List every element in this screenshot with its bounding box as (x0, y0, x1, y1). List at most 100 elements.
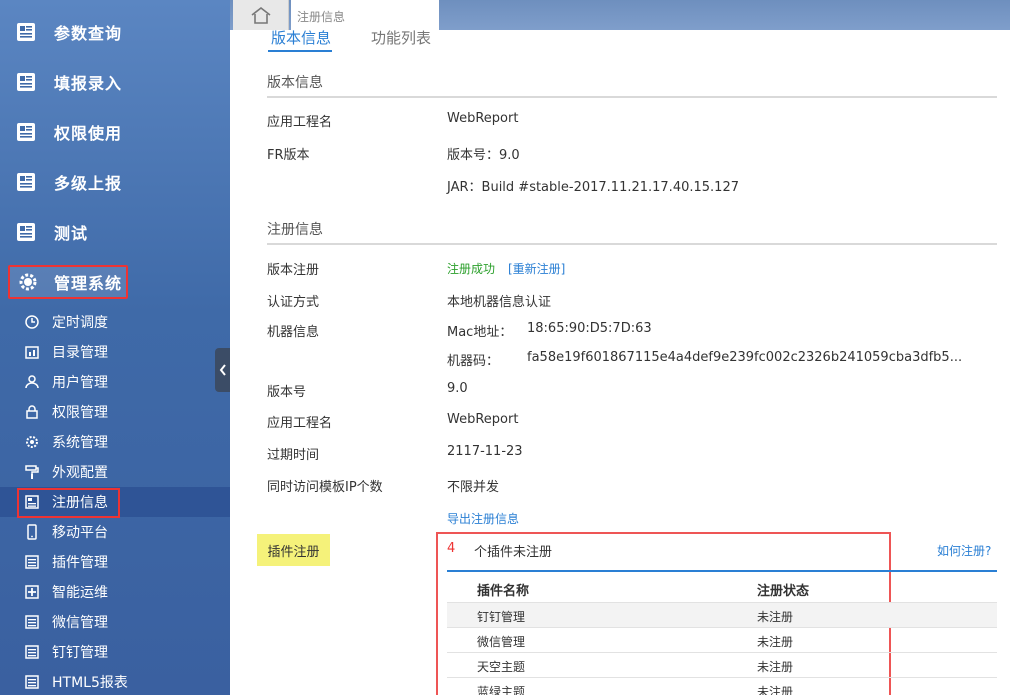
machine-code-label: 机器码： (447, 354, 500, 369)
sidebar-subitem-appearance[interactable]: 外观配置 (0, 457, 230, 487)
register-icon (25, 495, 39, 509)
plugin-name-cell: 钉钉管理 (477, 610, 526, 624)
paint-roller-icon (25, 465, 39, 479)
machine-code-value: fa58e19f601867115e4a4def9e239fc002c2326b… (527, 350, 963, 365)
sidebar-subitem-user[interactable]: 用户管理 (0, 367, 230, 397)
sidebar-subitem-html5[interactable]: HTML5报表 (0, 667, 230, 695)
tab-bar: 注册信息 (230, 0, 1010, 30)
sidebar-subitem-label: 系统管理 (52, 435, 108, 451)
expire-time-label: 过期时间 (267, 448, 320, 463)
version-number-value: 9.0 (447, 381, 468, 396)
sidebar-subitem-label: 用户管理 (52, 375, 108, 391)
table-row: 蓝绿主题 未注册 (447, 677, 997, 695)
plugin-unregistered-count: 4 (447, 541, 456, 556)
plugin-status-cell: 未注册 (757, 685, 794, 695)
plugin-table-rule (447, 570, 997, 572)
sidebar-subitem-directory[interactable]: 目录管理 (0, 337, 230, 367)
auth-method-label: 认证方式 (267, 295, 320, 310)
sidebar-subitem-smart-ops[interactable]: 智能运维 (0, 577, 230, 607)
tab-register-info[interactable]: 注册信息 (291, 0, 439, 30)
sidebar-item-multi-report[interactable]: 多级上报 (0, 160, 230, 204)
fr-version-label: FR版本 (267, 148, 310, 163)
register-status: 注册成功 (447, 262, 496, 276)
subtab-feature-list[interactable]: 功能列表 (371, 27, 431, 48)
sidebar-item-management-system[interactable]: 管理系统 (8, 265, 128, 299)
fr-version-value: 版本号：9.0 (447, 148, 520, 163)
sidebar-subitem-label: 智能运维 (52, 585, 108, 601)
tab-home[interactable] (233, 0, 289, 30)
sidebar-collapse-handle[interactable] (215, 348, 231, 392)
sidebar-subitem-label: 目录管理 (52, 345, 108, 361)
list-icon (25, 675, 39, 689)
app-name-label: 应用工程名 (267, 115, 333, 130)
table-header-plugin-name: 插件名称 (477, 584, 530, 599)
sidebar-subitem-label: 微信管理 (52, 615, 108, 631)
app-name-label: 应用工程名 (267, 416, 333, 431)
concurrency-value: 不限并发 (447, 480, 500, 495)
user-icon (25, 375, 39, 389)
document-icon (17, 223, 35, 241)
plugin-name-cell: 微信管理 (477, 635, 526, 649)
sidebar-subitem-label: HTML5报表 (52, 675, 128, 691)
how-to-register-link[interactable]: 如何注册? (937, 542, 991, 559)
plugin-name-cell: 蓝绿主题 (477, 685, 526, 695)
app-name-value: WebReport (447, 412, 519, 427)
sidebar-subitem-label: 移动平台 (52, 525, 108, 541)
sidebar-item-permission-use[interactable]: 权限使用 (0, 110, 230, 154)
version-register-label: 版本注册 (267, 263, 320, 278)
directory-icon (25, 346, 39, 359)
sidebar-subitem-label: 注册信息 (52, 495, 108, 511)
sidebar-item-test[interactable]: 测试 (0, 210, 230, 254)
gear-icon (19, 273, 37, 291)
sidebar-subitem-register-info[interactable]: 注册信息 (0, 487, 230, 518)
sidebar-subitem-permission[interactable]: 权限管理 (0, 397, 230, 427)
sidebar-subitem-dingtalk[interactable]: 钉钉管理 (0, 637, 230, 667)
document-icon (17, 173, 35, 191)
sidebar-item-label: 参数查询 (54, 24, 123, 43)
sidebar-item-label: 权限使用 (54, 124, 123, 143)
version-number-label: 版本号 (267, 385, 307, 400)
plugin-name-cell: 天空主题 (477, 660, 526, 674)
sidebar-subitem-label: 钉钉管理 (52, 645, 108, 661)
document-icon (17, 123, 35, 141)
sidebar-subitem-schedule[interactable]: 定时调度 (0, 307, 230, 337)
subtab-active-underline (268, 50, 332, 52)
sidebar: 参数查询 填报录入 权限使用 多级上报 测试 管理系统 定时调度 目录管理 用户… (0, 0, 230, 695)
sidebar-subitem-label: 权限管理 (52, 405, 108, 421)
plugin-status-cell: 未注册 (757, 610, 794, 624)
plugin-unregistered-text: 个插件未注册 (474, 545, 553, 560)
main-content: 版本信息 功能列表 版本信息 应用工程名 WebReport FR版本 版本号：… (230, 27, 1010, 695)
plugin-status-cell: 未注册 (757, 660, 794, 674)
lock-icon (26, 405, 38, 419)
section-divider (267, 243, 997, 245)
list-icon (25, 645, 39, 659)
sidebar-subitem-label: 定时调度 (52, 315, 108, 331)
sidebar-subitem-system[interactable]: 系统管理 (0, 427, 230, 457)
section-title-version: 版本信息 (267, 75, 323, 91)
table-row: 微信管理 未注册 (447, 627, 997, 652)
document-icon (17, 23, 35, 41)
sidebar-item-label: 多级上报 (54, 174, 123, 193)
clock-icon (25, 315, 39, 329)
gear-icon (26, 436, 38, 448)
subtab-version-info[interactable]: 版本信息 (271, 27, 331, 48)
mac-address-value: 18:65:90:D5:7D:63 (527, 321, 652, 336)
machine-info-label: 机器信息 (267, 325, 320, 340)
mac-address-label: Mac地址： (447, 325, 513, 340)
expire-time-value: 2117-11-23 (447, 444, 523, 459)
reregister-link[interactable]: [重新注册] (508, 260, 565, 277)
sidebar-subitem-label: 外观配置 (52, 465, 108, 481)
sidebar-item-fill-entry[interactable]: 填报录入 (0, 60, 230, 104)
export-register-link[interactable]: 导出注册信息 (447, 510, 519, 527)
list-icon (25, 615, 39, 629)
list-icon (25, 555, 39, 569)
home-icon (251, 6, 270, 24)
plugin-status-cell: 未注册 (757, 635, 794, 649)
plugin-register-label: 插件注册 (257, 534, 330, 566)
sidebar-subitem-wechat[interactable]: 微信管理 (0, 607, 230, 637)
sidebar-subitem-plugin[interactable]: 插件管理 (0, 547, 230, 577)
sidebar-subitem-mobile[interactable]: 移动平台 (0, 517, 230, 547)
table-header-register-status: 注册状态 (757, 584, 810, 599)
sidebar-item-param-query[interactable]: 参数查询 (0, 10, 230, 54)
jar-version-value: JAR：Build #stable-2017.11.21.17.40.15.12… (447, 180, 739, 195)
